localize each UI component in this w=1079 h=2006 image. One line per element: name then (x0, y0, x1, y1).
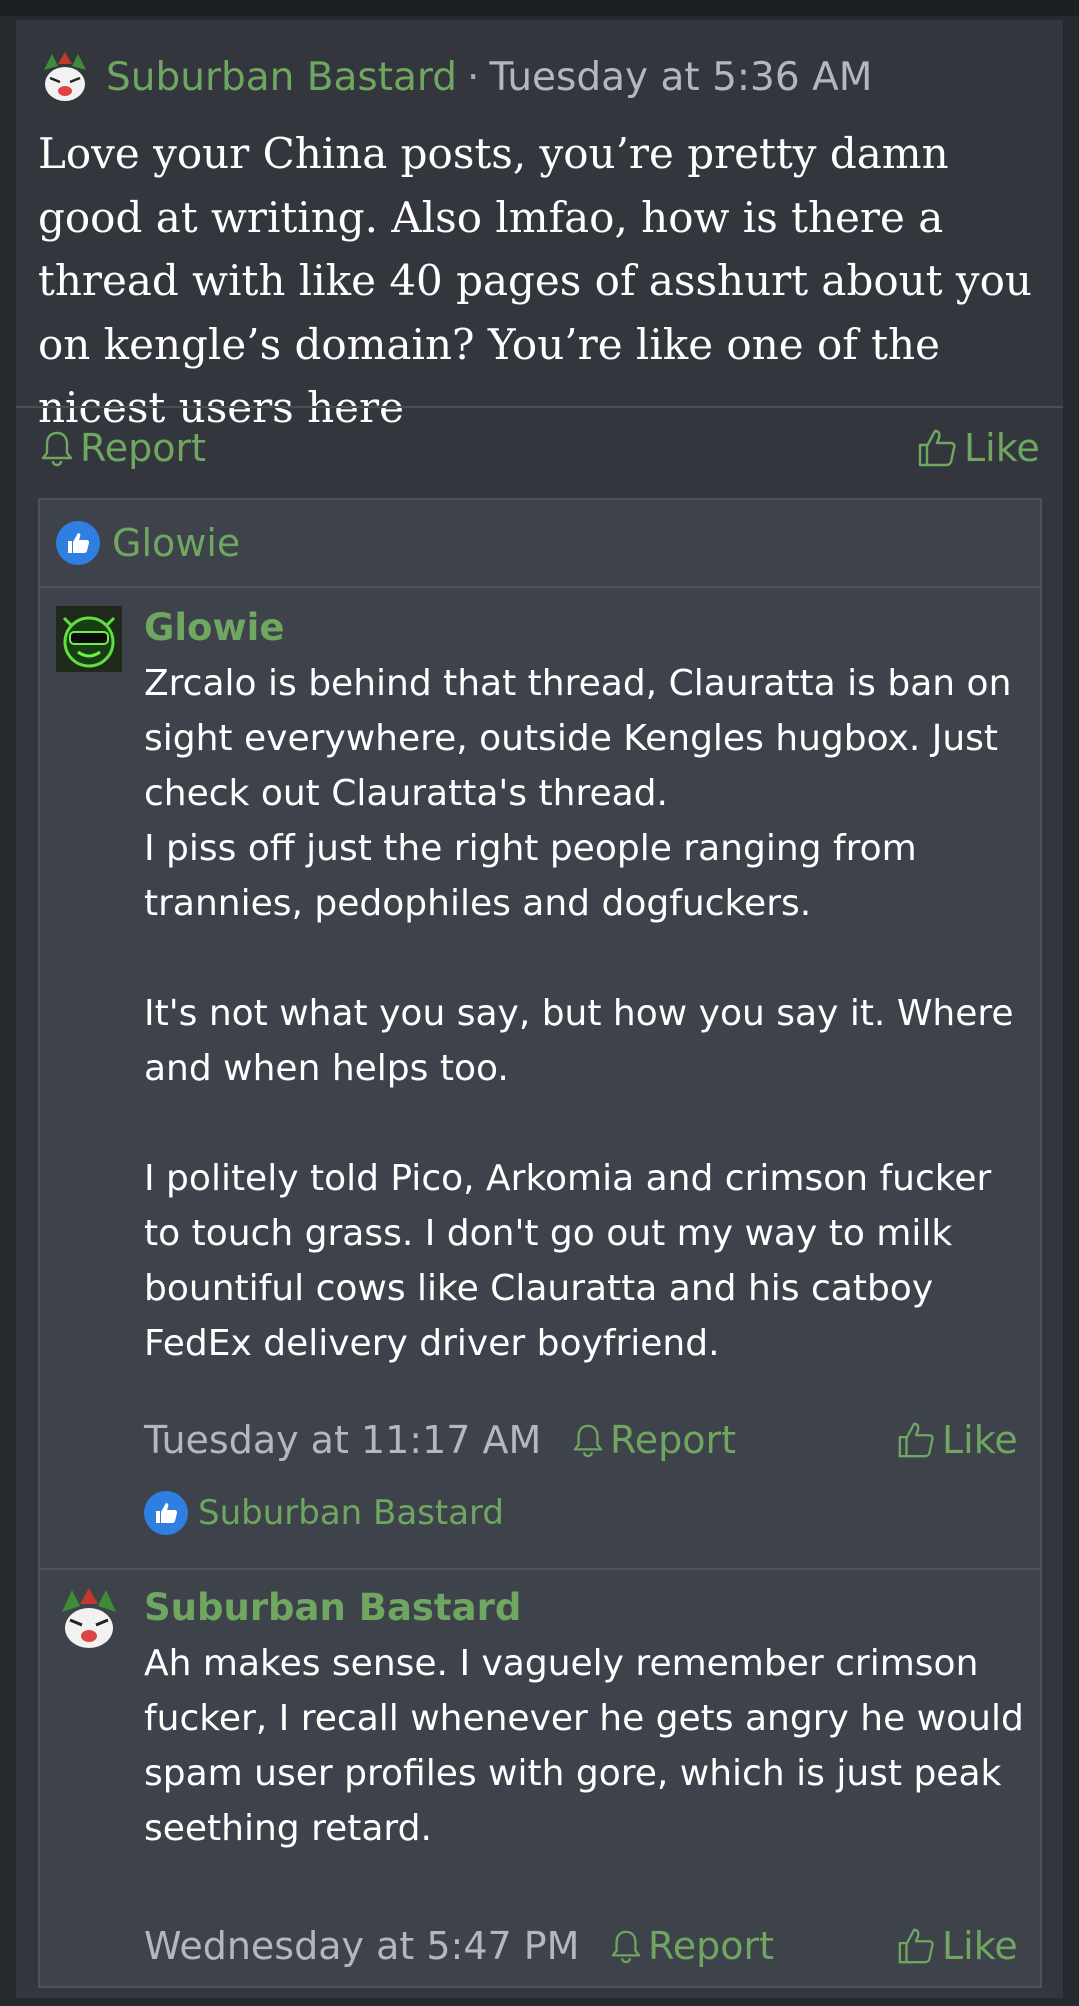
comment-item: Suburban Bastard Ah makes sense. I vague… (40, 1570, 1040, 1986)
liker-name[interactable]: Suburban Bastard (198, 1493, 504, 1533)
thumbs-up-icon (918, 429, 956, 467)
comment-author[interactable]: Glowie (144, 606, 284, 649)
avatar-image (56, 606, 122, 672)
avatar[interactable] (56, 1586, 122, 1652)
liker-name[interactable]: Glowie (112, 521, 240, 565)
like-badge-icon (56, 521, 100, 565)
like-label: Like (942, 1418, 1018, 1462)
report-link[interactable]: Report (610, 1916, 774, 1976)
report-link[interactable]: Report (572, 1410, 736, 1470)
comment-likes-summary[interactable]: Suburban Bastard (144, 1488, 504, 1538)
avatar-image (38, 50, 92, 104)
post-timestamp[interactable]: Tuesday at 5:36 AM (489, 55, 872, 100)
profile-post: Suburban Bastard · Tuesday at 5:36 AM Lo… (16, 20, 1063, 1998)
bell-icon (41, 431, 73, 467)
like-link[interactable]: Like (896, 1410, 1018, 1470)
report-link[interactable]: Report (40, 408, 206, 488)
top-bar (0, 0, 1079, 16)
likes-summary[interactable]: Glowie (40, 500, 1040, 588)
like-link[interactable]: Like (916, 408, 1040, 488)
thumbs-up-icon (898, 1928, 934, 1964)
comment-body: Zrcalo is behind that thread, Clauratta … (144, 663, 1014, 1364)
report-label: Report (648, 1924, 774, 1968)
separator-dot: · (467, 54, 480, 100)
like-link[interactable]: Like (896, 1916, 1018, 1976)
avatar-image (56, 1586, 122, 1652)
like-label: Like (942, 1924, 1018, 1968)
bell-icon (611, 1930, 641, 1964)
comment-item: Glowie Zrcalo is behind that thread, Cla… (40, 588, 1040, 1568)
bell-icon (573, 1424, 603, 1458)
post-header: Suburban Bastard · Tuesday at 5:36 AM (38, 42, 872, 112)
like-label: Like (964, 426, 1040, 470)
comment-author[interactable]: Suburban Bastard (144, 1586, 521, 1629)
comment-meta: Tuesday at 11:17 AM Report Like (144, 1410, 1024, 1470)
comments-section: Glowie Glowie Zrcalo is behind that thre… (38, 498, 1042, 1988)
avatar[interactable] (38, 50, 92, 104)
post-author-link[interactable]: Suburban Bastard (106, 55, 457, 100)
report-label: Report (80, 426, 206, 470)
post-actions: Report Like (16, 408, 1063, 488)
comment-timestamp[interactable]: Tuesday at 11:17 AM (144, 1410, 541, 1470)
post-body: Love your China posts, you’re pretty dam… (38, 129, 1032, 432)
report-label: Report (610, 1418, 736, 1462)
comment-timestamp[interactable]: Wednesday at 5:47 PM (144, 1916, 579, 1976)
comment-meta: Wednesday at 5:47 PM Report Like (144, 1916, 1024, 1976)
avatar[interactable] (56, 606, 122, 672)
like-badge-icon (144, 1491, 188, 1535)
comment-body: Ah makes sense. I vaguely remember crims… (144, 1643, 1024, 1849)
thumbs-up-icon (898, 1422, 934, 1458)
